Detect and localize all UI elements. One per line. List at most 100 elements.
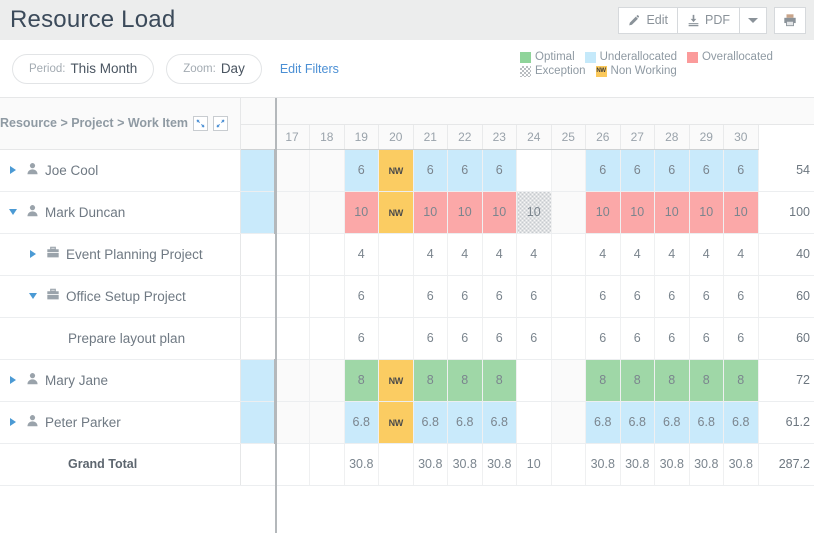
day-cell[interactable]: 6.8 [723, 401, 759, 444]
day-header-24[interactable]: 24 [516, 124, 552, 150]
day-cell[interactable] [551, 401, 586, 444]
day-cell[interactable]: 6 [482, 149, 517, 192]
day-cell[interactable]: 6 [344, 317, 379, 360]
day-header-25[interactable]: 25 [551, 124, 586, 150]
day-cell[interactable] [309, 317, 345, 360]
day-cell[interactable] [309, 443, 345, 486]
day-header-19[interactable]: 19 [344, 124, 379, 150]
day-cell[interactable] [275, 149, 310, 192]
table-row[interactable]: Peter Parker 6.8 NW 6.8 6.8 6.8 6.8 6.8 6.8 6.8 6… [0, 401, 814, 444]
day-cell[interactable]: 6 [447, 317, 483, 360]
day-cell[interactable]: 6 [654, 317, 690, 360]
day-cell[interactable] [309, 275, 345, 318]
day-cell[interactable]: 6.8 [413, 401, 448, 444]
day-cell[interactable]: 6 [620, 317, 655, 360]
day-cell[interactable] [516, 401, 552, 444]
day-header-29[interactable]: 29 [689, 124, 724, 150]
day-cell[interactable]: 30.8 [413, 443, 448, 486]
day-cell[interactable] [378, 317, 414, 360]
day-cell[interactable] [551, 191, 586, 234]
day-cell[interactable] [275, 233, 310, 276]
day-cell[interactable] [275, 275, 310, 318]
day-cell[interactable]: 6 [413, 149, 448, 192]
day-cell[interactable]: 4 [585, 233, 621, 276]
day-header-27[interactable]: 27 [620, 124, 655, 150]
pdf-button[interactable]: PDF [678, 6, 740, 34]
row-name-cell[interactable]: Grand Total [0, 443, 241, 486]
expand-arrows-icon[interactable] [213, 115, 229, 131]
table-row[interactable]: Prepare layout plan 6 6 6 6 6 6 6 6 6 6 60 [0, 317, 814, 360]
day-cell[interactable]: 4 [516, 233, 552, 276]
day-cell[interactable] [309, 359, 345, 402]
day-cell[interactable]: NW [378, 191, 414, 234]
day-cell[interactable]: 6 [689, 275, 724, 318]
day-cell[interactable]: 30.8 [689, 443, 724, 486]
row-name-cell[interactable]: Mary Jane [0, 359, 241, 402]
day-cell[interactable]: 10 [516, 191, 552, 234]
day-cell[interactable] [516, 149, 552, 192]
edit-button[interactable]: Edit [618, 6, 678, 34]
day-cell[interactable]: 4 [620, 233, 655, 276]
day-cell[interactable]: NW [378, 401, 414, 444]
day-cell[interactable]: 10 [620, 191, 655, 234]
day-cell[interactable] [551, 149, 586, 192]
day-cell[interactable]: 8 [585, 359, 621, 402]
day-cell[interactable]: 10 [482, 191, 517, 234]
day-cell[interactable]: 6 [413, 275, 448, 318]
day-cell[interactable] [516, 359, 552, 402]
day-header-20[interactable]: 20 [378, 124, 414, 150]
day-cell[interactable]: 6 [723, 149, 759, 192]
table-row[interactable]: Office Setup Project 6 6 6 6 6 6 6 6 6 6 60 [0, 275, 814, 318]
day-cell[interactable]: 6 [654, 149, 690, 192]
day-cell[interactable]: 6.8 [344, 401, 379, 444]
day-cell[interactable] [551, 443, 586, 486]
day-cell[interactable]: 30.8 [654, 443, 690, 486]
day-header-23[interactable]: 23 [482, 124, 517, 150]
day-header-17[interactable]: 17 [275, 124, 310, 150]
day-cell[interactable]: 4 [413, 233, 448, 276]
day-cell[interactable]: 6 [516, 275, 552, 318]
day-header-28[interactable]: 28 [654, 124, 690, 150]
day-cell[interactable]: 30.8 [344, 443, 379, 486]
day-cell[interactable]: 4 [447, 233, 483, 276]
row-expand-toggle[interactable] [6, 418, 20, 426]
row-collapse-toggle[interactable] [6, 209, 20, 215]
day-cell[interactable] [551, 359, 586, 402]
day-cell[interactable]: 30.8 [585, 443, 621, 486]
day-cell[interactable]: 8 [723, 359, 759, 402]
day-cell[interactable] [275, 317, 310, 360]
day-cell[interactable]: 6 [482, 317, 517, 360]
print-button[interactable] [774, 6, 806, 34]
day-cell[interactable]: 6.8 [620, 401, 655, 444]
day-cell[interactable]: 6 [723, 317, 759, 360]
row-name-cell[interactable]: Office Setup Project [0, 275, 241, 318]
day-cell[interactable] [275, 401, 310, 444]
day-cell[interactable] [275, 359, 310, 402]
day-cell[interactable]: 30.8 [447, 443, 483, 486]
pdf-dropdown-button[interactable] [740, 6, 767, 34]
day-cell[interactable]: 6 [344, 149, 379, 192]
table-row[interactable]: Event Planning Project 4 4 4 4 4 4 4 4 4 4 40 [0, 233, 814, 276]
day-cell[interactable]: 6 [620, 275, 655, 318]
table-row[interactable]: Grand Total 30.8 30.8 30.8 30.8 10 30.8 30.8 30… [0, 443, 814, 486]
day-cell[interactable]: 6 [689, 317, 724, 360]
row-expand-toggle[interactable] [26, 250, 40, 258]
day-cell[interactable] [551, 317, 586, 360]
day-cell[interactable]: 10 [689, 191, 724, 234]
edit-filters-link[interactable]: Edit Filters [280, 62, 339, 76]
day-cell[interactable]: 8 [654, 359, 690, 402]
table-row[interactable]: Mark Duncan 10 NW 10 10 10 10 10 10 10 10 10 100 [0, 191, 814, 234]
day-cell[interactable] [309, 191, 345, 234]
day-cell[interactable]: 10 [344, 191, 379, 234]
day-cell[interactable]: 4 [344, 233, 379, 276]
day-cell[interactable]: 10 [654, 191, 690, 234]
row-name-cell[interactable]: Joe Cool [0, 149, 241, 192]
day-cell[interactable]: 10 [585, 191, 621, 234]
day-cell[interactable]: NW [378, 359, 414, 402]
day-header-22[interactable]: 22 [447, 124, 483, 150]
day-cell[interactable]: 10 [413, 191, 448, 234]
day-cell[interactable]: 8 [482, 359, 517, 402]
day-cell[interactable] [275, 191, 310, 234]
day-cell[interactable]: 8 [447, 359, 483, 402]
day-cell[interactable] [378, 443, 414, 486]
